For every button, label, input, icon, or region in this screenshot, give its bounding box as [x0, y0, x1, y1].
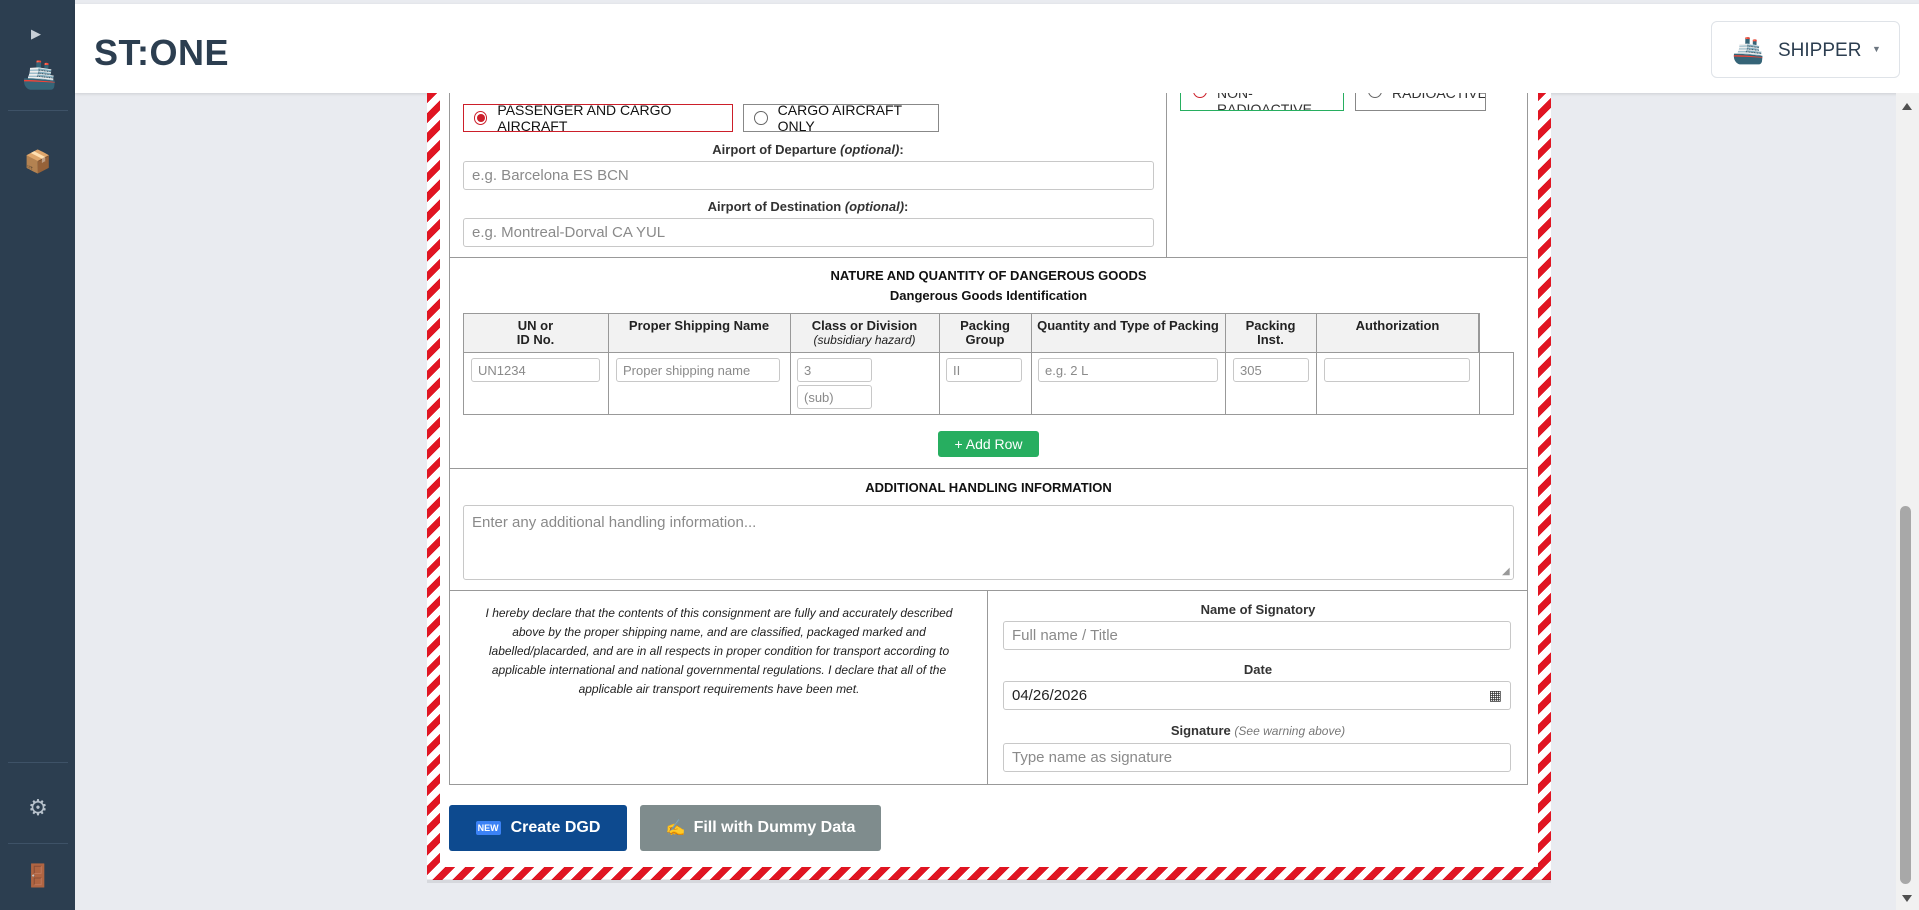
add-row-button[interactable]: + Add Row — [938, 431, 1039, 457]
sidebar: ▶ 🚢 📦 ⚙ 🚪 — [0, 0, 75, 910]
label-text: Signature — [1170, 723, 1231, 738]
declaration-text: I hereby declare that the contents of th… — [485, 606, 953, 696]
page-scrollbar[interactable] — [1896, 93, 1919, 910]
signatory-name-label: Name of Signatory — [1200, 602, 1316, 617]
section-divider — [449, 590, 1528, 591]
package-icon[interactable]: 📦 — [24, 148, 52, 176]
packing-group-input[interactable]: II — [946, 358, 1022, 382]
optional-note: (optional) — [840, 142, 900, 157]
header-line: Group — [965, 332, 1005, 347]
button-label: Create DGD — [510, 819, 601, 836]
signatory-name-input[interactable]: Full name / Title — [1003, 621, 1511, 650]
header-line: UN or — [517, 318, 554, 333]
sidebar-divider — [8, 843, 68, 844]
radio-icon — [754, 111, 768, 125]
resize-handle-icon[interactable]: ◢ — [1502, 567, 1512, 577]
subsidiary-hazard-input[interactable]: (sub) — [797, 385, 872, 409]
col-header-un: UN or ID No. — [463, 319, 608, 347]
col-header-class: Class or Division (subsidiary hazard) — [790, 318, 939, 348]
handling-info-textarea[interactable]: Enter any additional handling informatio… — [463, 505, 1514, 580]
passenger-cargo-aircraft-option[interactable]: PASSENGER AND CARGO AIRCRAFT — [463, 102, 733, 134]
section-divider — [449, 257, 1528, 258]
app-title: ST:ONE — [94, 32, 230, 73]
header-line: Inst. — [1257, 332, 1284, 347]
top-header: ST:ONE 🚢 SHIPPER ▼ — [75, 4, 1919, 93]
play-icon[interactable]: ▶ — [31, 27, 43, 41]
destination-airport-input[interactable]: e.g. Montreal-Dorval CA YUL — [463, 218, 1154, 247]
proper-shipping-name-input[interactable]: Proper shipping name — [616, 358, 780, 382]
col-header-authorization: Authorization — [1355, 318, 1440, 333]
scroll-down-icon[interactable] — [1902, 895, 1912, 902]
col-header-packing-group: Packing Group — [939, 319, 1031, 347]
header-line: Class or Division — [811, 318, 918, 333]
non-radioactive-option[interactable]: NON-RADIOACTIVE — [1180, 93, 1344, 111]
option-label: CARGO AIRCRAFT ONLY — [777, 102, 902, 134]
signature-input[interactable]: Type name as signature — [1003, 743, 1511, 772]
option-label: RADIOACTIVE — [1392, 93, 1486, 101]
signature-note: (See warning above) — [1234, 724, 1346, 738]
authorization-input[interactable] — [1324, 358, 1470, 382]
chevron-down-icon: ▼ — [1872, 44, 1881, 54]
option-label: NON-RADIOACTIVE — [1217, 93, 1312, 111]
date-value: 04/26/2026 — [1012, 687, 1088, 704]
section-divider — [987, 590, 988, 785]
ship-icon[interactable]: 🚢 — [22, 60, 57, 90]
un-number-input[interactable]: UN1234 — [471, 358, 600, 382]
class-input[interactable]: 3 — [797, 358, 872, 382]
form-border-right — [1527, 93, 1528, 785]
section-divider — [449, 468, 1528, 469]
handling-section-title: ADDITIONAL HANDLING INFORMATION — [865, 480, 1112, 495]
date-input[interactable]: 04/26/2026 ▦ — [1003, 681, 1511, 710]
radio-icon — [1193, 93, 1207, 98]
role-selector[interactable]: 🚢 SHIPPER ▼ — [1711, 21, 1900, 78]
option-label: PASSENGER AND CARGO AIRCRAFT — [497, 102, 672, 134]
goods-section-title: NATURE AND QUANTITY OF DANGEROUS GOODS — [830, 268, 1147, 283]
calendar-icon[interactable]: ▦ — [1489, 687, 1502, 704]
role-label: SHIPPER — [1778, 40, 1862, 61]
departure-label: Airport of Departure (optional): — [712, 142, 904, 157]
packing-instruction-input[interactable]: 305 — [1233, 358, 1309, 382]
section-divider — [1166, 93, 1167, 258]
header-subline: (subsidiary hazard) — [813, 333, 916, 347]
gear-icon[interactable]: ⚙ — [24, 794, 52, 822]
departure-airport-input[interactable]: e.g. Barcelona ES BCN — [463, 161, 1154, 190]
section-divider — [449, 784, 1528, 785]
radio-icon — [474, 111, 488, 125]
new-icon: NEW — [475, 821, 501, 835]
writing-hand-icon: ✍ — [665, 820, 686, 837]
label-text: Airport of Destination — [707, 199, 842, 214]
quantity-packing-input[interactable]: e.g. 2 L — [1038, 358, 1218, 382]
frame-shadow — [427, 879, 1551, 883]
optional-note: (optional) — [844, 199, 905, 214]
label-text: Airport of Departure — [712, 142, 837, 157]
col-header-quantity: Quantity and Type of Packing — [1037, 318, 1219, 333]
date-label: Date — [1243, 662, 1273, 677]
header-line: Packing — [960, 318, 1010, 333]
cargo-aircraft-only-option[interactable]: CARGO AIRCRAFT ONLY — [743, 102, 939, 134]
destination-label: Airport of Destination (optional): — [707, 199, 909, 214]
goods-section-subtitle: Dangerous Goods Identification — [889, 288, 1088, 303]
signature-label: Signature (See warning above) — [1003, 723, 1513, 738]
fill-dummy-data-button[interactable]: ✍ Fill with Dummy Data — [640, 805, 881, 851]
radio-icon — [1368, 93, 1382, 98]
sidebar-divider — [8, 110, 68, 111]
col-header-packing-inst: Packing Inst. — [1225, 319, 1316, 347]
col-divider — [1479, 313, 1480, 415]
header-line: ID No. — [516, 332, 555, 347]
door-icon[interactable]: 🚪 — [24, 862, 52, 890]
sidebar-divider — [8, 762, 68, 763]
button-label: Fill with Dummy Data — [693, 819, 856, 836]
scroll-thumb[interactable] — [1900, 506, 1911, 884]
radioactive-option[interactable]: RADIOACTIVE — [1355, 93, 1486, 111]
scroll-up-icon[interactable] — [1902, 103, 1912, 110]
create-dgd-button[interactable]: NEW Create DGD — [449, 805, 627, 851]
header-line: Packing — [1245, 318, 1296, 333]
form-border-left — [449, 93, 450, 785]
col-header-psn: Proper Shipping Name — [628, 318, 770, 333]
ship-icon: 🚢 — [1732, 35, 1765, 65]
